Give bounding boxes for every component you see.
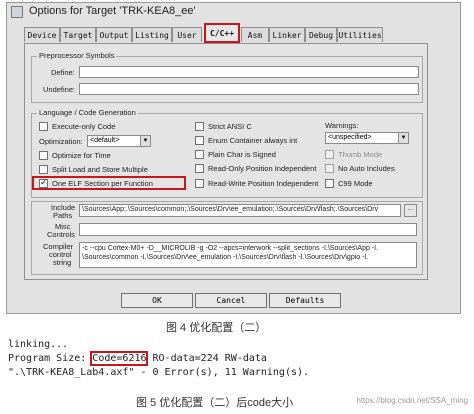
figure-4-caption: 图 4 优化配置（二） [166,322,267,334]
plain-char-label: Plain Char is Signed [208,150,276,159]
console-line-program-size: Program Size: Code=6216 RO-data=224 RW-d… [8,351,267,366]
c99-mode-label: C99 Mode [338,179,373,188]
undefine-label: Undefine: [43,85,76,94]
tab-target[interactable]: Target [60,27,96,42]
app-icon [11,6,23,18]
figure-5-caption: 图 5 优化配置（二）后code大小 [136,397,294,409]
tab-device[interactable]: Device [24,27,60,42]
language-title: Language / Code Generation [37,108,138,117]
optimization-label: Optimization: [39,137,83,146]
no-auto-includes-label: No Auto Includes [338,164,395,173]
enum-container-checkbox[interactable] [195,136,204,145]
thumb-mode-label: Thumb Mode [338,150,383,159]
compiler-string-box: -c --cpu Cortex-M0+ -D__MICROLIB -g -O2 … [79,242,417,268]
program-size-prefix: Program Size: [8,353,93,364]
ok-button[interactable]: OK [121,293,193,308]
tab-user[interactable]: User [172,27,202,42]
optimize-time-checkbox[interactable] [39,151,48,160]
rw-pi-label: Read-Write Position Independent [208,179,319,188]
tab-utilities[interactable]: Utilities [337,27,383,42]
browse-include-button[interactable]: ... [404,204,417,217]
no-auto-includes-checkbox [325,164,334,173]
warnings-label: Warnings: [325,121,359,130]
misc-label-2: Controls [47,230,75,239]
preprocessor-group [31,56,423,103]
console-line-result: ".\TRK-KEA8_Lab4.axf" - 0 Error(s), 11 W… [8,367,310,378]
ro-pi-label: Read-Only Position Independent [208,164,317,173]
tab-asm[interactable]: Asm [241,27,269,42]
include-label-2: Paths [53,211,73,220]
strict-ansi-label: Strict ANSI C [208,122,252,131]
compiler-string-line-2: \Sources\common -I.\Sources\Drv\ee_emula… [82,254,369,261]
include-paths-input[interactable]: \Sources\App;.\Sources\common;.\Sources\… [79,204,401,217]
enum-container-label: Enum Container always int [208,136,298,145]
defaults-button[interactable]: Defaults [269,293,341,308]
compiler-string-line-1: -c --cpu Cortex-M0+ -D__MICROLIB -g -O2 … [82,245,379,252]
preprocessor-title: Preprocessor Symbols [37,51,117,60]
cancel-button[interactable]: Cancel [195,293,267,308]
chevron-down-icon: ▼ [140,136,150,146]
console-line-linking: linking... [8,339,69,350]
dialog-title: Options for Target 'TRK-KEA8_ee' [29,5,196,17]
tab-listing[interactable]: Listing [132,27,172,42]
optimize-time-label: Optimize for Time [52,151,111,160]
program-size-rest: RO-data=224 RW-data [146,353,267,364]
chevron-down-icon: ▼ [398,133,408,143]
c99-mode-checkbox[interactable] [325,179,334,188]
tab-linker[interactable]: Linker [269,27,305,42]
strict-ansi-checkbox[interactable] [195,122,204,131]
one-elf-checkbox[interactable] [39,177,48,188]
misc-controls-input[interactable] [79,223,417,236]
title-bar: Options for Target 'TRK-KEA8_ee' [7,3,460,21]
one-elf-label: One ELF Section per Function [52,179,153,188]
warnings-value: <unspecified> [328,134,372,141]
execute-only-checkbox[interactable] [39,122,48,131]
define-label: Define: [51,68,75,77]
cpp-panel: Preprocessor Symbols Define: Undefine: L… [24,43,428,280]
plain-char-checkbox[interactable] [195,150,204,159]
rw-pi-checkbox[interactable] [195,179,204,188]
define-input[interactable] [79,66,419,78]
tab-output[interactable]: Output [96,27,132,42]
tab-debug[interactable]: Debug [305,27,337,42]
execute-only-label: Execute-only Code [52,122,116,131]
tab-c-cpp[interactable]: C/C++ [204,23,240,43]
optimization-value: <default> [90,137,120,144]
code-size-highlight: Code=6216 [90,351,149,366]
options-dialog: Options for Target 'TRK-KEA8_ee' Device … [6,2,461,314]
optimization-select[interactable]: <default> ▼ [87,135,151,147]
build-output: linking... Program Size: Code=6216 RO-da… [8,339,408,383]
ro-pi-checkbox[interactable] [195,164,204,173]
split-load-checkbox[interactable] [39,165,48,174]
compiler-label-3: string [53,258,72,267]
watermark: https://blog.csdn.net/SSA_ming [356,396,468,405]
undefine-input[interactable] [79,83,419,95]
split-load-label: Split Load and Store Multiple [52,165,148,174]
thumb-mode-checkbox [325,150,334,159]
warnings-select[interactable]: <unspecified> ▼ [325,132,409,144]
